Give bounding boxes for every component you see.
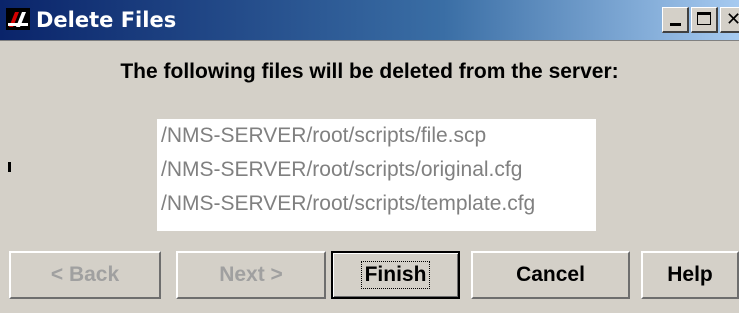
list-item: /NMS-SERVER/root/scripts/original.cfg: [161, 158, 523, 181]
maximize-button[interactable]: [691, 7, 718, 33]
title-bar[interactable]: Delete Files ✕: [0, 0, 739, 41]
file-list: /NMS-SERVER/root/scripts/file.scp /NMS-S…: [157, 119, 596, 231]
close-icon: ✕: [726, 9, 739, 30]
list-item: /NMS-SERVER/root/scripts/template.cfg: [161, 192, 536, 215]
finish-label: Finish: [360, 261, 431, 289]
help-button[interactable]: Help: [641, 251, 739, 299]
minimize-icon: [670, 23, 681, 26]
finish-button[interactable]: Finish: [331, 251, 460, 299]
window-title: Delete Files: [36, 8, 177, 32]
delete-files-dialog: Delete Files ✕ The following files will …: [0, 0, 739, 316]
window-controls: ✕: [662, 7, 739, 33]
maximize-icon: [697, 12, 711, 25]
edge-marker: [8, 162, 11, 172]
back-button[interactable]: < Back: [9, 251, 161, 299]
minimize-button[interactable]: [662, 7, 689, 33]
close-button[interactable]: ✕: [720, 7, 739, 33]
cancel-button[interactable]: Cancel: [471, 251, 630, 299]
dialog-heading: The following files will be deleted from…: [120, 60, 619, 83]
next-button[interactable]: Next >: [176, 251, 326, 299]
list-item: /NMS-SERVER/root/scripts/file.scp: [161, 124, 487, 147]
app-icon: [6, 8, 30, 30]
